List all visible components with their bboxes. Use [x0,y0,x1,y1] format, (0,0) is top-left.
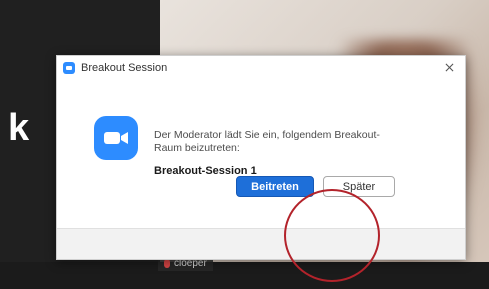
invite-message-line1: Der Moderator lädt Sie ein, folgendem Br… [154,129,380,141]
close-button[interactable] [442,60,456,74]
zoom-app-icon [63,62,75,74]
invite-message: Der Moderator lädt Sie ein, folgendem Br… [154,129,394,155]
dialog-titlebar: Breakout Session [57,56,465,80]
meeting-bottom-strip [0,262,489,289]
video-camera-icon [94,116,138,160]
later-button[interactable]: Später [323,176,395,197]
dialog-title: Breakout Session [81,62,168,74]
join-button[interactable]: Beitreten [236,176,314,197]
dialog-footer [57,228,465,259]
background-text: k [8,107,30,149]
invite-message-line2: Raum beizutreten: [154,142,240,154]
breakout-session-dialog: Breakout Session Der Moderator lädt Sie … [56,55,466,260]
close-icon [445,63,453,71]
